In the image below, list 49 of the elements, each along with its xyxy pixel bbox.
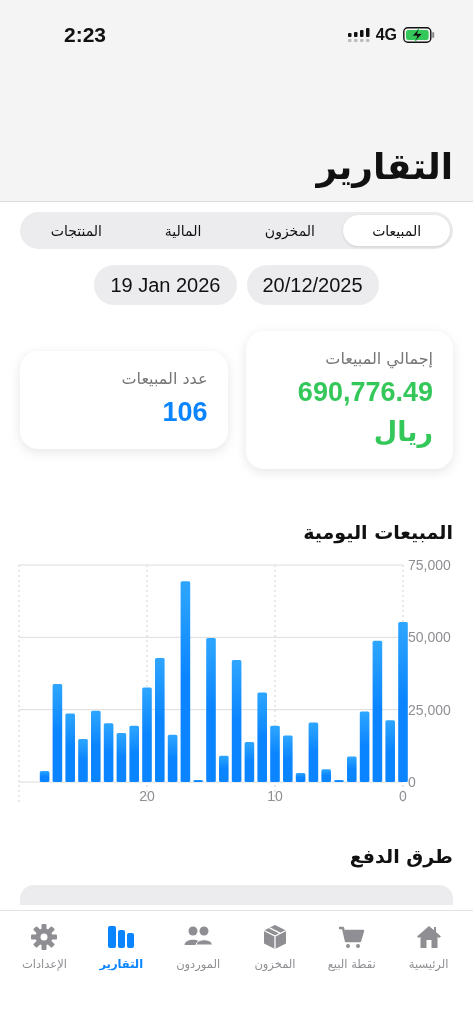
settings-icon bbox=[30, 923, 59, 951]
bar bbox=[167, 734, 178, 782]
segment-tab[interactable]: المخزون bbox=[236, 215, 344, 246]
stat-label: عدد المبيعات bbox=[120, 369, 208, 389]
bar bbox=[65, 713, 75, 782]
network-type: 4G bbox=[375, 26, 397, 44]
segment-tab[interactable]: المنتجات bbox=[23, 215, 130, 246]
page-title: التقارير bbox=[314, 145, 454, 190]
axis-tick-label: 25,000 bbox=[408, 701, 451, 718]
date-button[interactable]: 19 Jan 2026 bbox=[94, 265, 237, 305]
status-time: 2:23 bbox=[64, 23, 107, 47]
bar bbox=[244, 741, 255, 782]
bar bbox=[129, 725, 139, 782]
bar bbox=[193, 779, 203, 782]
axis-tick-label: 10 bbox=[267, 787, 283, 804]
battery-charging-icon bbox=[403, 27, 435, 43]
axis-tick-label: 0 bbox=[399, 787, 407, 804]
stat-unit: ريال bbox=[372, 416, 433, 449]
stat-label: إجمالي المبيعات bbox=[324, 349, 433, 368]
bar bbox=[347, 756, 357, 782]
segment-tab[interactable]: المالية bbox=[129, 215, 237, 246]
stat-value: 690,776.49 bbox=[296, 376, 433, 409]
house-icon bbox=[414, 923, 443, 951]
bar bbox=[385, 720, 395, 782]
bar-chart-icon bbox=[107, 923, 136, 951]
axis-tick-label: 75,000 bbox=[408, 556, 451, 573]
bar bbox=[308, 722, 319, 782]
bar bbox=[270, 725, 280, 782]
bar bbox=[334, 779, 344, 782]
bar bbox=[91, 710, 101, 782]
tab-bar-item[interactable]: التقارير bbox=[82, 923, 160, 979]
bar bbox=[283, 735, 293, 782]
segment-tab[interactable]: المبيعات bbox=[343, 215, 450, 246]
bar bbox=[103, 723, 114, 782]
signal-icon bbox=[347, 28, 370, 42]
axis-tick-label: 20 bbox=[139, 787, 155, 804]
section-title: المبيعات اليومية bbox=[302, 520, 453, 543]
section-title: طرق الدفع bbox=[348, 844, 453, 867]
bar bbox=[116, 732, 127, 782]
bar bbox=[78, 738, 88, 782]
axis-tick-label: 50,000 bbox=[408, 629, 451, 646]
bar bbox=[219, 755, 229, 782]
bar bbox=[295, 772, 306, 782]
bar bbox=[321, 769, 331, 782]
date-button[interactable]: 20/12/2025 bbox=[246, 265, 379, 305]
bar bbox=[39, 770, 50, 782]
axis-tick-label: 0 bbox=[408, 773, 416, 790]
bar bbox=[359, 711, 370, 782]
stat-value: 106 bbox=[161, 396, 208, 429]
